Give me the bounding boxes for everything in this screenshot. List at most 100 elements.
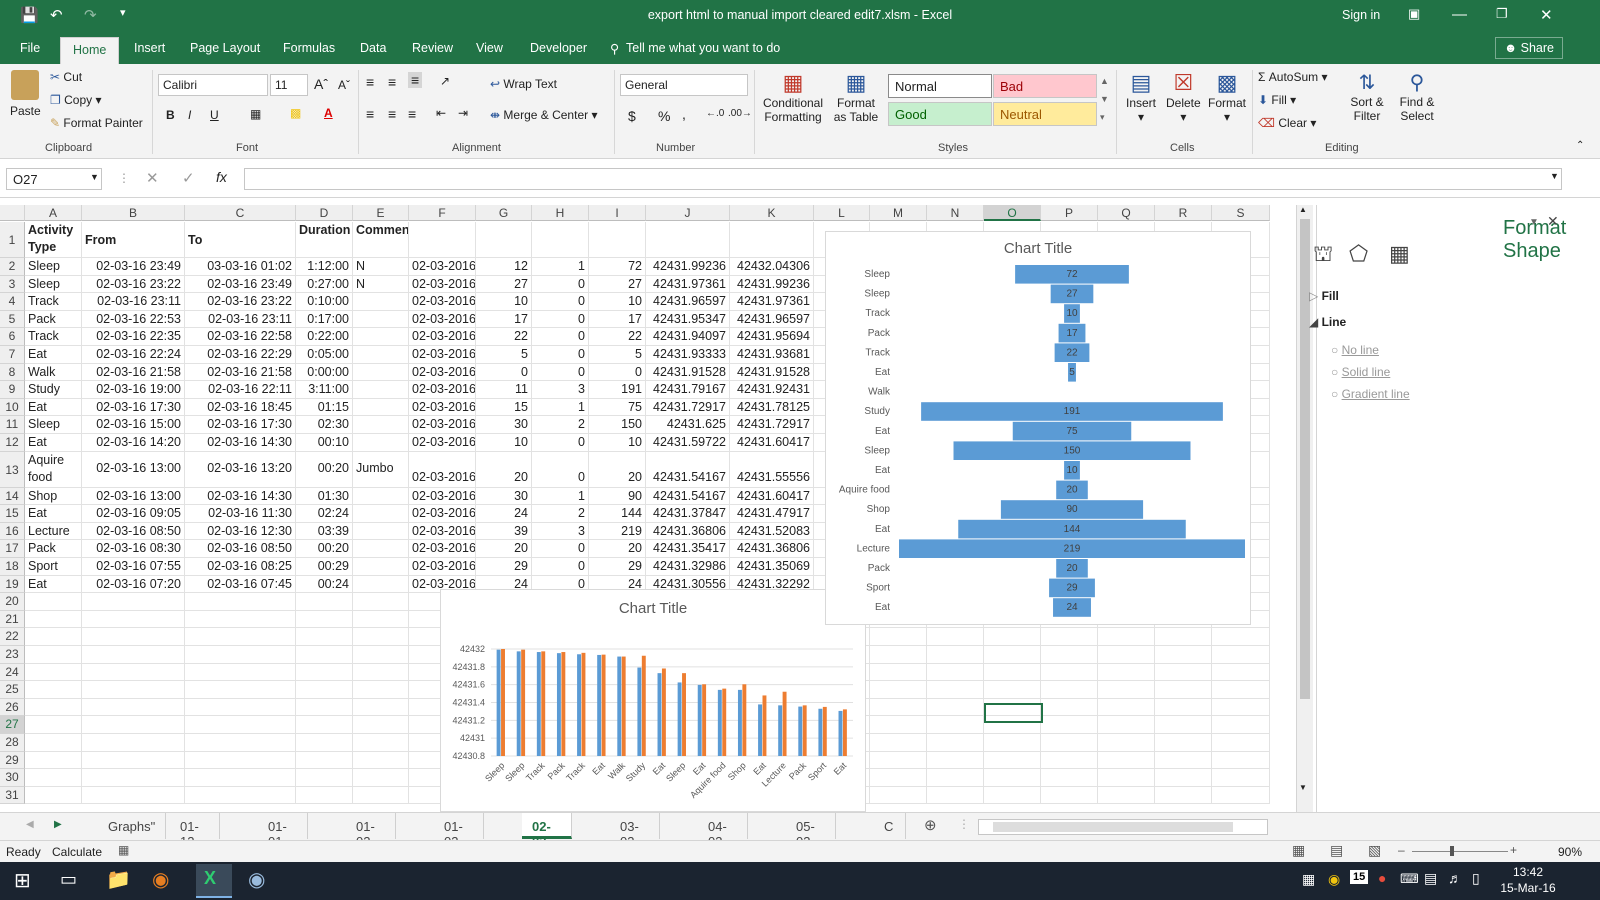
cell-K18[interactable]: 42431.35069: [730, 558, 814, 576]
cell-H13[interactable]: 0: [532, 451, 589, 488]
column-bar[interactable]: [577, 654, 581, 756]
align-left-icon[interactable]: ≡: [366, 106, 374, 122]
collapse-ribbon-icon[interactable]: ⌃: [1576, 140, 1584, 151]
cell-I2[interactable]: 72: [589, 258, 646, 276]
grid-cell[interactable]: [296, 663, 353, 682]
grid-cell[interactable]: [870, 663, 927, 682]
row-header-23[interactable]: 23: [0, 646, 25, 664]
cell-J3[interactable]: 42431.97361: [646, 275, 730, 294]
insert-function-icon[interactable]: fx: [216, 169, 227, 185]
column-header-C[interactable]: C: [185, 205, 296, 221]
grid-cell[interactable]: [82, 593, 185, 611]
grid-cell[interactable]: [353, 663, 409, 682]
grid-cell[interactable]: [82, 681, 185, 699]
column-bar[interactable]: [657, 673, 662, 756]
column-header-I[interactable]: I: [589, 205, 646, 221]
column-bar[interactable]: [782, 691, 787, 756]
cell-D8[interactable]: 0:00:00: [296, 363, 353, 382]
cell-A13[interactable]: Aquire food: [25, 451, 82, 488]
grid-cell[interactable]: [185, 663, 296, 682]
grid-cell[interactable]: [1155, 734, 1212, 752]
cell-D7[interactable]: 0:05:00: [296, 346, 353, 364]
grid-cell[interactable]: [984, 663, 1041, 682]
tray-chrome-icon[interactable]: ◉: [1328, 871, 1340, 888]
gradient-line-radio[interactable]: ○ Gradient line: [1331, 387, 1410, 401]
tab-home[interactable]: Home: [60, 37, 120, 64]
row-header-7[interactable]: 7: [0, 346, 25, 364]
column-bar[interactable]: [641, 655, 646, 756]
grid-cell[interactable]: [927, 681, 984, 699]
cell-I7[interactable]: 5: [589, 346, 646, 364]
grid-cell[interactable]: [1041, 663, 1098, 682]
cell-I15[interactable]: 144: [589, 505, 646, 523]
grid-cell[interactable]: [296, 593, 353, 611]
row-header-15[interactable]: 15: [0, 505, 25, 523]
sheet-tab[interactable]: 01-01-2016: [258, 813, 308, 864]
grid-cell[interactable]: [1041, 734, 1098, 752]
column-bar[interactable]: [802, 705, 807, 756]
cell-F8[interactable]: 02-03-2016: [409, 363, 476, 382]
select-all-corner[interactable]: [0, 205, 25, 221]
sheet-tab[interactable]: 05-03-2016: [786, 813, 836, 864]
cell-J13[interactable]: 42431.54167: [646, 451, 730, 488]
cell-H7[interactable]: 0: [532, 346, 589, 364]
column-header-B[interactable]: B: [82, 205, 185, 221]
sheet-tab[interactable]: Graphs": [98, 813, 167, 839]
expand-formula-icon[interactable]: ▼: [1550, 171, 1559, 181]
grid-cell[interactable]: [984, 786, 1041, 805]
grid-cell[interactable]: [185, 681, 296, 699]
row-header-10[interactable]: 10: [0, 398, 25, 417]
grid-cell[interactable]: [927, 628, 984, 646]
enter-icon[interactable]: ✓: [182, 169, 195, 187]
grid-cell[interactable]: [984, 681, 1041, 699]
cell-H11[interactable]: 2: [532, 416, 589, 434]
column-bar[interactable]: [778, 705, 783, 756]
cell-E13[interactable]: Jumbo: [353, 451, 409, 488]
column-bar[interactable]: [496, 649, 501, 756]
grid-cell[interactable]: [870, 751, 927, 770]
cell-F7[interactable]: 02-03-2016: [409, 346, 476, 364]
cell-K10[interactable]: 42431.78125: [730, 398, 814, 417]
grid-cell[interactable]: [25, 716, 82, 734]
cell-I18[interactable]: 29: [589, 558, 646, 576]
close-icon[interactable]: ✕: [1540, 6, 1553, 24]
style-good[interactable]: Good: [888, 102, 992, 126]
cell-I5[interactable]: 17: [589, 310, 646, 329]
grid-cell[interactable]: [185, 769, 296, 787]
grid-cell[interactable]: [532, 222, 589, 258]
grid-cell[interactable]: [353, 628, 409, 646]
row-header-22[interactable]: 22: [0, 628, 25, 646]
grid-cell[interactable]: [1098, 786, 1155, 805]
grid-cell[interactable]: [1098, 663, 1155, 682]
cell-A7[interactable]: Eat: [25, 346, 82, 364]
zoom-level[interactable]: 90%: [1558, 845, 1582, 859]
cell-K12[interactable]: 42431.60417: [730, 434, 814, 452]
cell-F14[interactable]: 02-03-2016: [409, 487, 476, 506]
cell-K2[interactable]: 42432.04306: [730, 258, 814, 276]
grid-cell[interactable]: [185, 716, 296, 734]
grid-cell[interactable]: [870, 698, 927, 717]
paint-icon[interactable]: ◉: [248, 867, 265, 892]
cell-F15[interactable]: 02-03-2016: [409, 505, 476, 523]
cell-K8[interactable]: 42431.91528: [730, 363, 814, 382]
grid-cell[interactable]: [82, 698, 185, 717]
sheet-tab[interactable]: 01-03-2016: [434, 813, 484, 864]
find-select-button[interactable]: ⚲ Find & Select: [1393, 70, 1441, 123]
column-bar[interactable]: [597, 654, 602, 756]
align-top-icon[interactable]: ≡: [366, 74, 374, 90]
cell-D11[interactable]: 02:30: [296, 416, 353, 434]
cell-G7[interactable]: 5: [476, 346, 532, 364]
grid-cell[interactable]: [927, 698, 984, 717]
grid-cell[interactable]: [984, 751, 1041, 770]
tab-view[interactable]: View: [476, 41, 503, 55]
row-header-20[interactable]: 20: [0, 593, 25, 611]
shrink-font-icon[interactable]: Aˇ: [338, 78, 350, 92]
grid-cell[interactable]: [1212, 716, 1270, 734]
row-header-16[interactable]: 16: [0, 522, 25, 541]
column-bar[interactable]: [617, 656, 622, 756]
column-header-K[interactable]: K: [730, 205, 814, 221]
tab-insert[interactable]: Insert: [134, 41, 165, 55]
grid-cell[interactable]: [1098, 628, 1155, 646]
cell-B7[interactable]: 02-03-16 22:24: [82, 346, 185, 364]
cell-F11[interactable]: 02-03-2016: [409, 416, 476, 434]
